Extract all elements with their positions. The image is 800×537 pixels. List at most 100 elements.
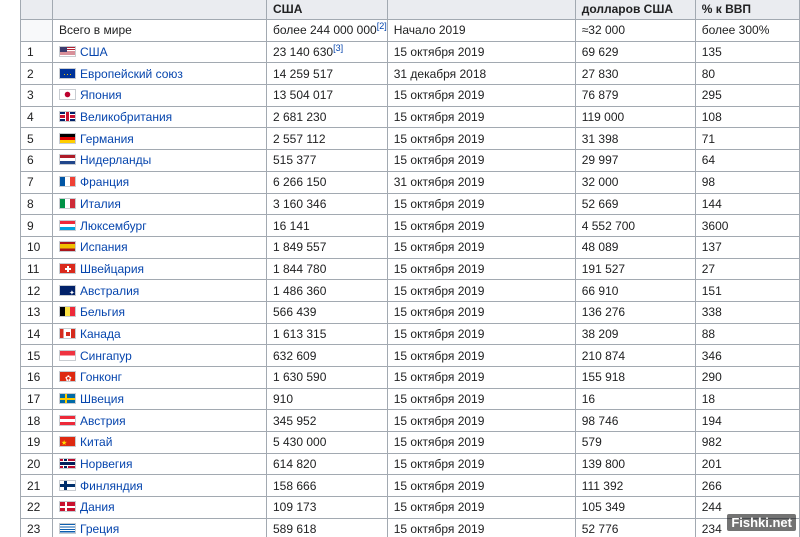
date-cell: 15 октября 2019 (386, 214, 576, 237)
country-cell: Финляндия (52, 474, 267, 498)
country-link[interactable]: Бельгия (80, 305, 125, 319)
debt-cell: 1 630 590 (266, 366, 388, 389)
country-link[interactable]: Гонконг (80, 370, 122, 384)
per-capita-cell: 29 997 (574, 149, 696, 172)
country-link[interactable]: Великобритания (80, 110, 172, 124)
date-cell: 31 декабря 2018 (386, 62, 576, 86)
rank-cell: 2 (20, 62, 53, 86)
date-cell: 15 октября 2019 (386, 322, 576, 346)
rank-cell: 18 (20, 409, 53, 433)
debt-cell: 2 681 230 (266, 105, 388, 129)
gdp-pct-cell: 80 (694, 62, 800, 86)
country-cell: Сингапур (52, 344, 267, 367)
rank-cell: 22 (20, 496, 53, 519)
table-row: 17 Швеция 910 15 октября 2019 16 18 (20, 387, 800, 411)
country-link[interactable]: Греция (80, 522, 119, 536)
country-link[interactable]: Европейский союз (80, 67, 183, 81)
table-row: 8 Италия 3 160 346 15 октября 2019 52 669 144 (20, 192, 800, 216)
country-link[interactable]: Сингапур (80, 349, 132, 363)
country-cell: Норвегия (52, 452, 267, 476)
gdp-pct-cell: 137 (694, 235, 800, 259)
country-link[interactable]: Люксембург (80, 219, 147, 233)
rank-cell: 10 (20, 235, 53, 259)
country-link[interactable]: Австрия (80, 414, 126, 428)
rank-cell: 17 (20, 387, 53, 411)
gdp-pct-cell: 144 (694, 192, 800, 216)
header-rank (20, 0, 53, 20)
country-link[interactable]: Япония (80, 88, 122, 102)
per-capita-cell: 105 349 (574, 496, 696, 519)
date-cell: 31 октября 2019 (386, 170, 576, 194)
country-link[interactable]: Дания (80, 500, 115, 514)
rank-cell: 3 (20, 84, 53, 107)
gdp-pct-cell: 201 (694, 452, 800, 476)
country-link[interactable]: Финляндия (80, 479, 143, 493)
rank-cell: 12 (20, 279, 53, 302)
world-debt: более 244 000 000[2] (266, 19, 388, 42)
country-link[interactable]: Италия (80, 197, 121, 211)
gdp-pct-cell: 135 (694, 40, 800, 64)
country-link[interactable]: Австралия (80, 284, 139, 298)
table-row: 14 Канада 1 613 315 15 октября 2019 38 209 88 (20, 322, 800, 346)
at-flag-icon (59, 414, 76, 426)
fr-flag-icon (59, 176, 76, 188)
country-cell: Испания (52, 235, 267, 259)
per-capita-cell: 76 879 (574, 84, 696, 107)
country-link[interactable]: Канада (80, 327, 121, 341)
date-cell: 15 октября 2019 (386, 279, 576, 302)
debt-cell: 589 618 (266, 517, 388, 537)
gdp-pct-cell: 266 (694, 474, 800, 498)
table-row: 21 Финляндия 158 666 15 октября 2019 111 392… (20, 474, 800, 498)
ca-flag-icon (59, 327, 76, 339)
gdp-pct-cell: 346 (694, 344, 800, 367)
be-flag-icon (59, 306, 76, 318)
per-capita-cell: 31 398 (574, 127, 696, 151)
per-capita-cell: 210 874 (574, 344, 696, 367)
date-cell: 15 октября 2019 (386, 474, 576, 498)
rank-cell: 15 (20, 344, 53, 367)
date-cell: 15 октября 2019 (386, 40, 576, 64)
country-link[interactable]: Франция (80, 175, 129, 189)
gdp-pct-cell: 108 (694, 105, 800, 129)
reference-link[interactable]: [2] (377, 21, 387, 31)
country-link[interactable]: Германия (80, 132, 134, 146)
page-viewport: США долларов США % к ВВП Всего в мире бо… (0, 0, 800, 537)
debt-cell: 1 613 315 (266, 322, 388, 346)
table-row: 22 Дания 109 173 15 октября 2019 105 349 244 (20, 496, 800, 519)
debt-cell: 345 952 (266, 409, 388, 433)
jp-flag-icon (59, 89, 76, 101)
per-capita-cell: 48 089 (574, 235, 696, 259)
country-cell: Италия (52, 192, 267, 216)
country-link[interactable]: Швеция (80, 392, 124, 406)
gdp-pct-cell: 71 (694, 127, 800, 151)
per-capita-cell: 16 (574, 387, 696, 411)
country-link[interactable]: Швейцария (80, 262, 144, 276)
table-header-row: США долларов США % к ВВП (20, 0, 800, 20)
gdp-pct-cell: 295 (694, 84, 800, 107)
country-cell: Швеция (52, 387, 267, 411)
country-link[interactable]: США (80, 45, 108, 59)
reference-link[interactable]: [3] (333, 43, 343, 53)
date-cell: 15 октября 2019 (386, 344, 576, 367)
country-cell: Великобритания (52, 105, 267, 129)
gdp-pct-cell: 18 (694, 387, 800, 411)
header-country (52, 0, 267, 20)
country-cell: Нидерланды (52, 149, 267, 172)
country-cell: Европейский союз (52, 62, 267, 86)
it-flag-icon (59, 197, 76, 209)
country-link[interactable]: Норвегия (80, 457, 133, 471)
rank-cell: 20 (20, 452, 53, 476)
date-cell: 15 октября 2019 (386, 452, 576, 476)
debt-cell: 566 439 (266, 300, 388, 324)
fi-flag-icon (59, 479, 76, 491)
per-capita-cell: 27 830 (574, 62, 696, 86)
country-link[interactable]: Китай (80, 435, 112, 449)
date-cell: 15 октября 2019 (386, 149, 576, 172)
rank-cell: 7 (20, 170, 53, 194)
country-link[interactable]: Испания (80, 240, 128, 254)
gdp-pct-cell: 3600 (694, 214, 800, 237)
date-cell: 15 октября 2019 (386, 496, 576, 519)
date-cell: 15 октября 2019 (386, 431, 576, 454)
country-link[interactable]: Нидерланды (80, 153, 151, 167)
table-row: 12 Австралия 1 486 36015 октября 201966 91… (20, 279, 800, 302)
